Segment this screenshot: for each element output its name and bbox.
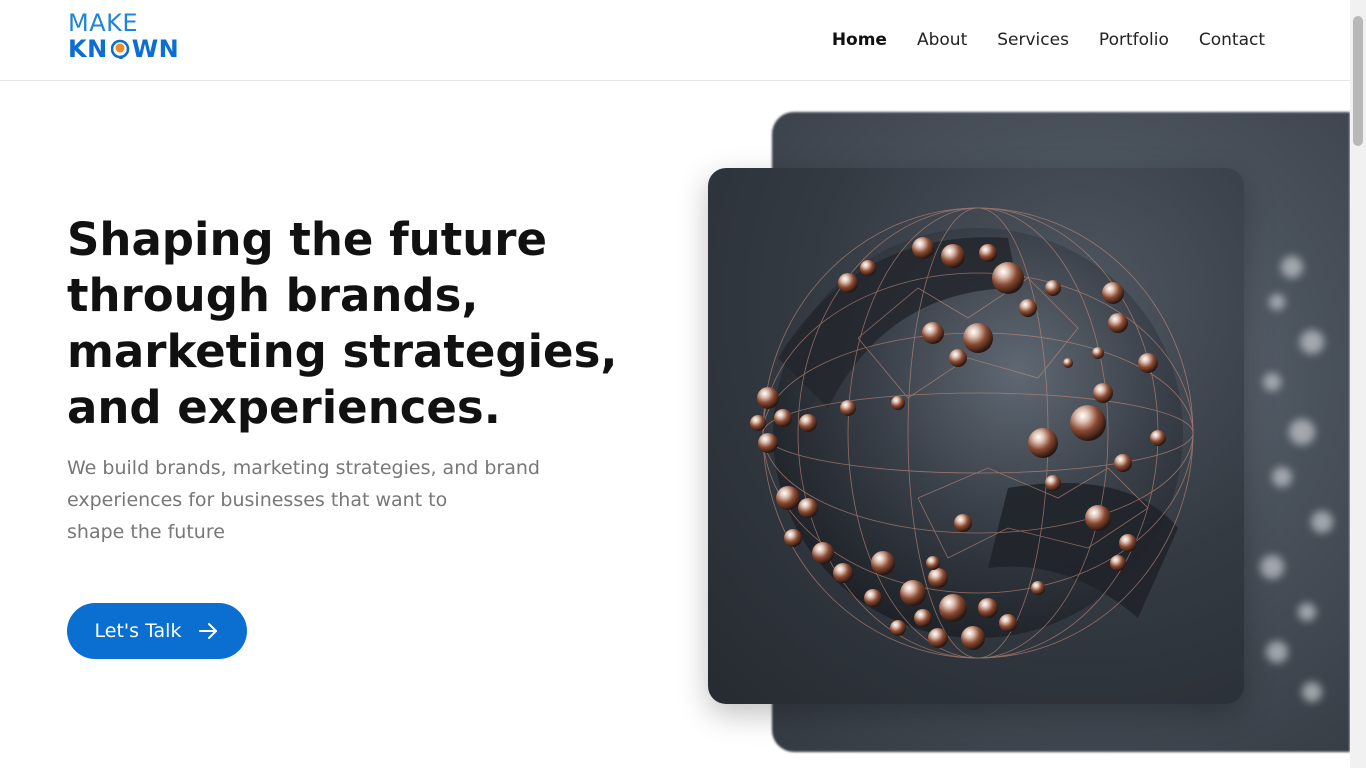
arrow-right-icon	[199, 623, 218, 639]
subtext-line: shape the future	[67, 521, 225, 543]
nav-item-portfolio[interactable]: Portfolio	[1099, 30, 1169, 50]
nav-item-contact[interactable]: Contact	[1199, 30, 1265, 50]
subtext-line: experiences for businesses that want to	[67, 489, 448, 511]
headline-line: through brands,	[67, 269, 479, 322]
logo-target-icon	[111, 39, 130, 59]
headline-line: and experiences.	[67, 381, 501, 434]
headline-line: marketing strategies,	[67, 325, 618, 378]
logo-text-make: MAKE	[68, 9, 139, 37]
page-scrollbar[interactable]	[1350, 0, 1366, 768]
lets-talk-label: Let's Talk	[94, 620, 182, 642]
nav-item-about[interactable]: About	[917, 30, 967, 50]
scrollbar-thumb[interactable]	[1353, 16, 1363, 146]
hero-headline: Shaping the future through brands, marke…	[67, 212, 647, 436]
blurred-spheres-decoration	[1260, 256, 1333, 702]
subtext-line: We build brands, marketing strategies, a…	[67, 457, 540, 479]
hero-subtext: We build brands, marketing strategies, a…	[67, 452, 587, 548]
nav-item-home[interactable]: Home	[832, 30, 887, 50]
nav-item-services[interactable]: Services	[997, 30, 1069, 50]
logo-text-wn: WN	[131, 35, 180, 63]
headline-line: Shaping the future	[67, 213, 547, 266]
main-nav: Home About Services Portfolio Contact	[832, 30, 1265, 50]
makeknown-logo[interactable]: MAKE KN WN	[68, 11, 188, 65]
lets-talk-button[interactable]: Let's Talk	[67, 603, 247, 659]
site-header: MAKE KN WN Home About Services Portfolio …	[0, 0, 1350, 81]
abstract-sphere-illustration	[750, 207, 1194, 659]
hero-main-image	[708, 168, 1244, 704]
logo-text-kn: KN	[68, 35, 108, 63]
